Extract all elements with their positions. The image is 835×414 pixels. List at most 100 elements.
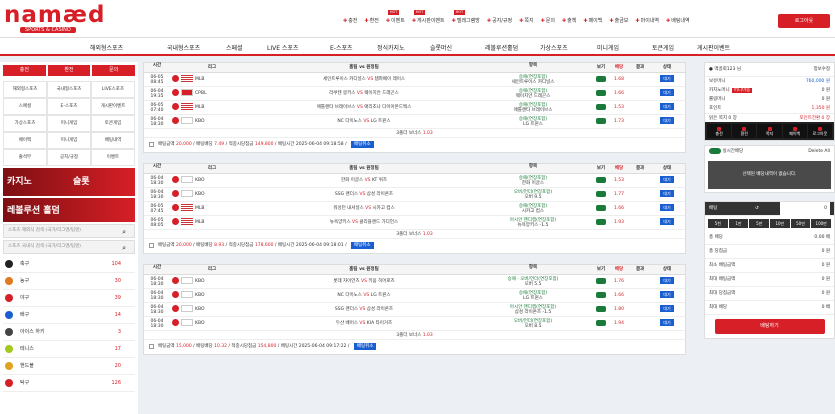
category-tab[interactable]: 가상스포츠 [540,43,568,52]
view-icon[interactable] [596,75,606,82]
holdem-banner[interactable]: 레볼루션 홀덤 [3,198,135,222]
menu-grid-item[interactable]: 토큰게임 [91,115,135,132]
logo[interactable]: namæd SPORTS & CASINO [4,4,116,34]
menu-grid-item[interactable]: 미니게임 [47,132,91,149]
point-swap[interactable]: 포인트전환 0 장 [799,114,830,123]
category-tab[interactable]: 해외형스포츠 [90,43,123,52]
category-tab[interactable]: 정식카지노 [377,43,405,52]
topnav-item[interactable]: ✚배팅내역 [666,17,690,24]
category-tab[interactable]: 슬롯머신 [430,43,452,52]
menu-grid-item[interactable]: E-스포츠 [47,98,91,115]
view-icon[interactable] [596,305,606,312]
quick-icon-button[interactable]: 충전 [707,124,732,138]
unread-messages[interactable]: 읽은 쪽지 0 장 [709,116,737,121]
bet-input[interactable]: 0 [780,202,830,216]
topnav-item[interactable]: ✚이벤트 HOT [386,10,405,24]
topnav-item[interactable]: ✚출첵 [562,17,576,24]
menu-grid-item[interactable]: 페이백 [3,132,47,149]
amount-chip[interactable]: 10만 [770,219,790,228]
menu-grid-item[interactable]: 출석부 [3,149,47,166]
left-button[interactable]: 문의 [92,65,136,76]
amount-chip[interactable]: 5천 [708,219,728,228]
menu-grid-item[interactable]: 미니게임 [47,115,91,132]
sport-item[interactable]: 탁구 126 [3,375,135,392]
category-tab[interactable]: 토큰게임 [652,43,674,52]
amount-chip[interactable]: 50만 [790,219,811,228]
delete-all-button[interactable]: Delete All [808,146,830,158]
menu-grid-item[interactable]: 스페셜 [3,98,47,115]
overseas-search[interactable]: 스포츠 해외식 검색 (국가/리그명/팀명) ⌕ [3,224,135,238]
category-tab[interactable]: 레볼루션홀덤 [485,43,518,52]
view-icon[interactable] [596,319,606,326]
topnav-item[interactable]: ✚쪽지 [519,17,533,24]
topnav-item[interactable]: ✚마이내역 [635,17,659,24]
sport-item[interactable]: 축구 104 [3,256,135,273]
away-team: 삼성 라이온즈 [366,307,394,312]
menu-grid-item[interactable]: 배팅내역 [91,132,135,149]
topnav-item[interactable]: ✚문의 [541,17,555,24]
search-icon[interactable]: ⌕ [122,226,126,238]
amount-chip[interactable]: 100만 [811,219,832,228]
select-checkbox[interactable] [149,142,154,147]
place-bet-button[interactable]: 배팅하기 [714,319,825,334]
sport-item[interactable]: 배구 14 [3,307,135,324]
menu-grid-item[interactable]: 해외형스포츠 [3,81,47,98]
quick-icon-button[interactable]: 페이백 [782,124,807,138]
reset-icon[interactable]: ↺ [755,202,759,216]
category-tab[interactable]: 국내형스포츠 [167,43,200,52]
left-button[interactable]: 충전 [3,65,46,76]
select-checkbox[interactable] [149,344,154,349]
sport-item[interactable]: 아이스 하키 3 [3,324,135,341]
menu-grid-item[interactable]: 공지/규정 [47,149,91,166]
sport-item[interactable]: 농구 30 [3,273,135,290]
view-icon[interactable] [596,176,606,183]
quick-icon-button[interactable]: 쪽지 [757,124,782,138]
menu-grid-item[interactable]: 게시판이벤트 [91,98,135,115]
amount-chip[interactable]: 5만 [749,219,770,228]
topnav-item[interactable]: ✚출금보 [609,17,628,24]
domestic-search[interactable]: 스포츠 국내식 검색 (국가/리그명/팀명) ⌕ [3,240,135,254]
quick-icon-button[interactable]: 로그아웃 [807,124,833,138]
view-icon[interactable] [596,218,606,225]
cancel-bet-button[interactable]: 배팅취소 [353,343,377,350]
vs-label: VS [365,206,372,211]
cancel-bet-button[interactable]: 배팅취소 [351,141,374,148]
category-tab[interactable]: 게시판이벤트 [697,43,730,52]
sport-item[interactable]: 야구 39 [3,290,135,307]
bet-item: 아시안 핸디캡(연장포함) 삼성 라이온즈 -1.5 [474,303,592,316]
category-tab[interactable]: E-스포츠 [330,43,353,52]
menu-grid-item[interactable]: 가상스포츠 [3,115,47,132]
search-icon[interactable]: ⌕ [122,242,126,254]
casino-slot-banner[interactable]: 카지노 슬롯 [3,168,135,196]
sport-item[interactable]: 핸드볼 20 [3,358,135,375]
topnav-item[interactable]: ✚텔레그램방 HOT [452,10,480,24]
money-move-button[interactable]: 머니이동 [731,88,753,93]
category-tab[interactable]: 스페셜 [226,43,243,52]
realtime-toggle[interactable] [709,147,721,154]
select-checkbox[interactable] [149,243,154,248]
view-icon[interactable] [596,291,606,298]
topnav-item[interactable]: ✚페이백 [583,17,602,24]
view-icon[interactable] [596,103,606,110]
category-tab[interactable]: LIVE 스포츠 [267,43,298,52]
quick-icon-button[interactable]: 환전 [732,124,757,138]
left-button[interactable]: 환전 [47,65,91,76]
view-icon[interactable] [596,277,606,284]
category-tab[interactable]: 미니게임 [597,43,619,52]
menu-grid-item[interactable]: 이벤트 [91,149,135,166]
menu-grid-item[interactable]: 국내형스포츠 [47,81,91,98]
menu-grid-item[interactable]: LIVE스포츠 [91,81,135,98]
amount-chip[interactable]: 1만 [728,219,749,228]
topnav-item[interactable]: ✚충전 [343,17,357,24]
view-icon[interactable] [596,204,606,211]
view-icon[interactable] [596,117,606,124]
edit-info-link[interactable]: 정보수정 [813,63,830,77]
logout-button[interactable]: 로그아웃 [778,14,830,28]
view-icon[interactable] [596,190,606,197]
sport-item[interactable]: 테니스 17 [3,341,135,358]
view-icon[interactable] [596,89,606,96]
topnav-item[interactable]: ✚환전 [364,17,378,24]
topnav-item[interactable]: ✚게시판이벤트 HOT [412,10,445,24]
cancel-bet-button[interactable]: 배팅취소 [351,242,374,249]
topnav-item[interactable]: ✚공지/규정 [487,17,512,24]
